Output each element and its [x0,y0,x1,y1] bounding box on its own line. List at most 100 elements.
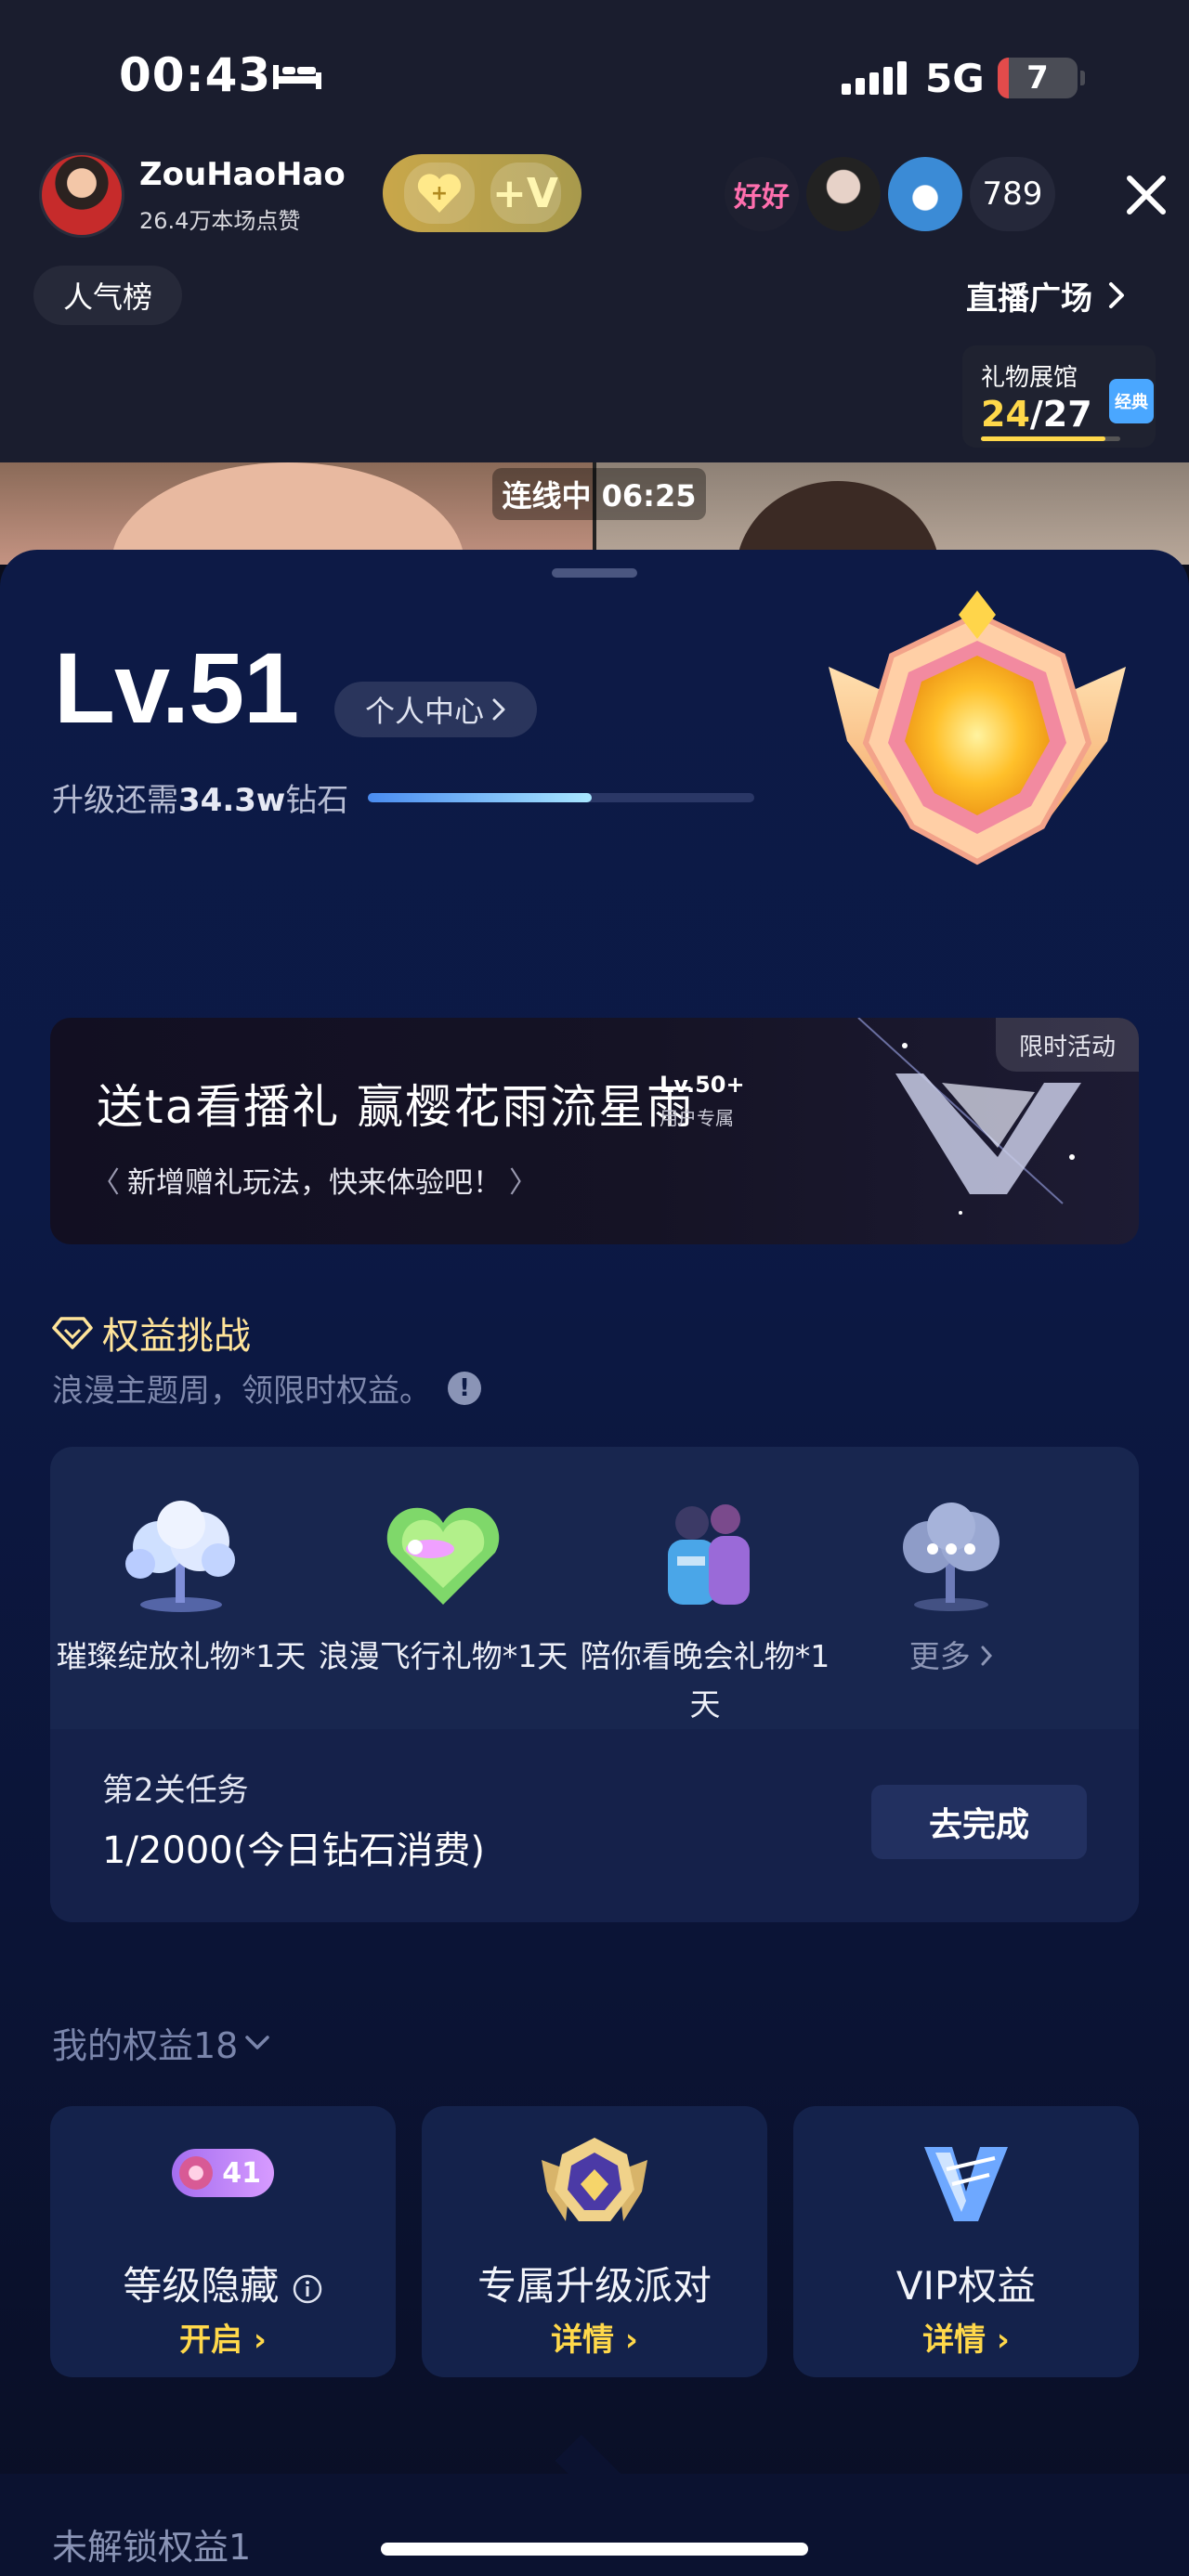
fan-heart-button[interactable]: + [403,163,475,224]
gift-hall-progress-fill [981,436,1105,441]
info-icon[interactable]: ! [448,1371,481,1405]
host-likes: 26.4万本场点赞 [139,208,301,234]
more-rewards-button[interactable]: 更多 [858,1447,1044,1729]
classic-tag: 经典 [1109,379,1154,423]
viewer-avatar[interactable] [806,157,881,231]
banner-subtitle: 新增赠礼玩法，快来体验吧！ [119,1159,538,1201]
reward-item[interactable]: 浪漫飞行礼物*1天 [312,1447,574,1729]
host-action-badges[interactable]: + +V [383,154,581,232]
sparkle-v-icon [857,1018,1081,1215]
enable-link[interactable]: 开启 › [50,2314,396,2360]
personal-center-label: 个人中心 [364,694,484,729]
my-rights-label: 我的权益18 [52,2025,239,2066]
upgrade-requirement: 升级还需34.3w钻石 [52,774,348,820]
blossom-tree-icon [125,1501,235,1612]
upgrade-suffix: 钻石 [285,782,349,819]
gift-hall-widget[interactable]: 礼物展馆 24/27 经典 [962,345,1156,448]
status-time: 00:43 [119,48,272,102]
rights-challenge-card: 璀璨绽放礼物*1天 浪漫飞行礼物*1天 陪你看晚会礼物*1天 更多 第2关任务 … [50,1447,1139,1922]
gift-hall-progress [981,436,1120,441]
stage-task: 第2关任务 1/2000(今日钻石消费) 去完成 [50,1729,1139,1922]
reward-label: 浪漫飞行礼物*1天 [318,1638,568,1674]
rights-challenge-desc: 浪漫主题周，领限时权益。 [52,1373,431,1410]
diamond-icon [52,1317,93,1349]
vip-follow-button[interactable]: +V [490,163,561,224]
limited-event-banner[interactable]: 限时活动 送ta看播礼 赢樱花雨流星雨 Lv.50+ 用户专属 新增赠礼玩法，快… [50,1018,1139,1244]
gift-hall-count: 24/27 [981,394,1092,435]
details-label: 详情 [551,2322,615,2359]
live-plaza-label: 直播广场 [966,280,1092,318]
status-bar: 00:43 5G 7 [0,0,1189,139]
details-label: 详情 [922,2322,986,2359]
level-title: Lv.51 [54,631,299,744]
flying-heart-icon [386,1507,500,1605]
vip-rights-card[interactable]: VIP权益 详情 › [793,2106,1139,2377]
rights-challenge-title: 权益挑战 [52,1306,251,1360]
host-info[interactable]: ZouHaoHao 26.4万本场点赞 + +V [33,149,581,241]
rights-challenge-subtitle: 浪漫主题周，领限时权益。 ! [52,1365,481,1411]
level-medal-icon [829,591,1126,865]
task-title: 第2关任务 [102,1772,249,1809]
link-timer: 连线中 06:25 [492,468,706,520]
banner-title: 送ta看播礼 赢樱花雨流星雨 [97,1080,696,1134]
reward-item[interactable]: 璀璨绽放礼物*1天 [50,1447,312,1729]
level-progress-bar [368,793,754,802]
close-icon[interactable] [1120,169,1172,221]
level-hide-card[interactable]: 41 等级隐藏 开启 › [50,2106,396,2377]
level-hide-title: 等级隐藏 [123,2263,280,2309]
party-badge-icon [542,2138,647,2221]
locked-rights-title[interactable]: 未解锁权益1 [52,2518,251,2569]
viewer-count[interactable]: 789 [970,157,1055,231]
chevron-right-icon [981,1646,993,1666]
gift-hall-title: 礼物展馆 [981,364,1078,392]
card-title: 等级隐藏 [50,2255,396,2311]
banner-level-sub: 用户专属 [660,1107,734,1129]
couple-watching-icon [668,1504,750,1605]
details-link[interactable]: 详情 › [793,2314,1139,2360]
my-rights-cards: 41 等级隐藏 开启 › 专属升级派对 详情 › VIP权益 详情 › [50,2106,1139,2377]
go-complete-button[interactable]: 去完成 [871,1785,1087,1859]
enable-label: 开启 [179,2322,243,2359]
battery-level: 7 [1026,59,1049,97]
signal-icon [842,59,907,95]
popularity-rank-button[interactable]: 人气榜 [33,266,182,325]
level-pill: 41 [172,2149,274,2197]
details-link[interactable]: 详情 › [422,2314,767,2360]
reward-label: 璀璨绽放礼物*1天 [56,1638,307,1674]
viewer-avatar[interactable]: 好好 [725,157,799,231]
personal-center-button[interactable]: 个人中心 [334,682,537,737]
sleep-icon [273,65,321,89]
home-indicator[interactable] [381,2543,808,2556]
sheet-grabber[interactable] [552,568,637,578]
reward-label: 陪你看晚会礼物*1天 [580,1638,830,1723]
card-title: 专属升级派对 [477,2263,712,2309]
chevron-down-icon [245,2035,270,2049]
chevron-right-icon [1109,282,1124,308]
viewer-list[interactable]: 好好 789 [725,154,1055,234]
gift-hall-total: /27 [1029,394,1092,435]
more-label: 更多 [908,1638,971,1674]
upgrade-amount: 34.3w [178,782,286,819]
task-progress: 1/2000(今日钻石消费) [102,1829,485,1872]
reward-item[interactable]: 陪你看晚会礼物*1天 [574,1447,836,1729]
rights-challenge-label: 权益挑战 [102,1315,251,1358]
card-title: VIP权益 [895,2263,1037,2309]
level-progress-fill [368,793,593,802]
heart-plus-text: + [430,182,447,205]
more-tree-icon [903,1503,1000,1611]
battery-icon: 7 [998,58,1078,98]
info-circle-icon[interactable] [292,2273,323,2305]
live-plaza-link[interactable]: 直播广场 [966,266,1126,325]
chevron-right-icon [492,698,505,721]
host-name: ZouHaoHao [139,156,346,193]
more-rewards-label: 更多 [858,1633,1044,1681]
upgrade-party-card[interactable]: 专属升级派对 详情 › [422,2106,767,2377]
heart-plus-icon: + [417,174,461,213]
gift-hall-current: 24 [981,394,1030,435]
my-rights-toggle[interactable]: 我的权益18 [52,2017,271,2068]
viewer-avatar[interactable] [888,157,962,231]
host-avatar[interactable] [39,152,124,238]
banner-level-req: Lv.50+ [660,1072,745,1098]
network-type: 5G [925,56,985,101]
reward-list: 璀璨绽放礼物*1天 浪漫飞行礼物*1天 陪你看晚会礼物*1天 更多 [50,1447,1139,1729]
